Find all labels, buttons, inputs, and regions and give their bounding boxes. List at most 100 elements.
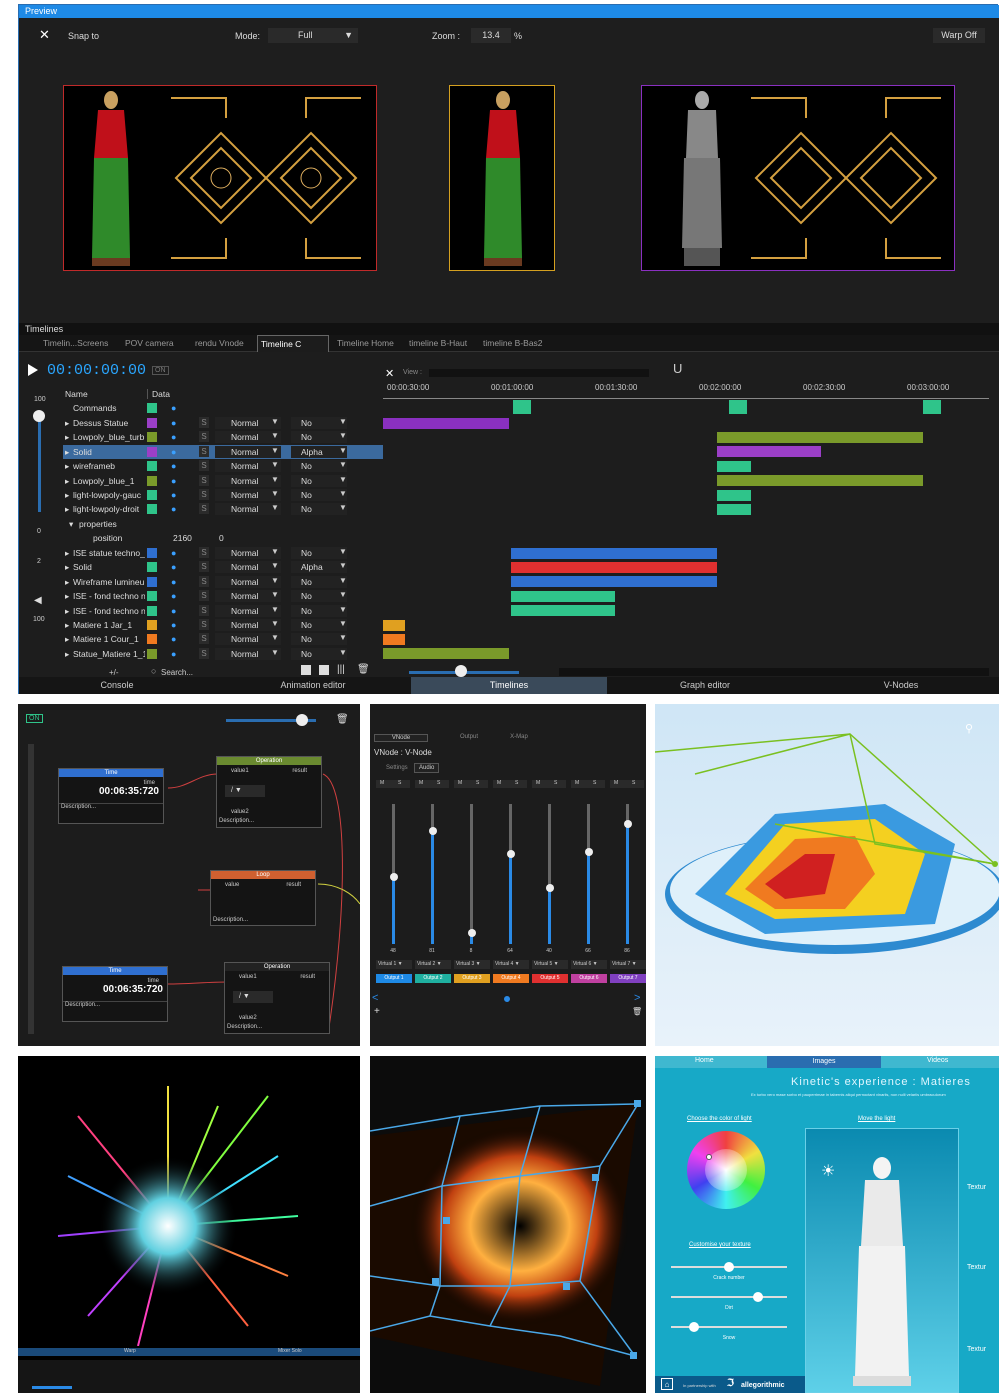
snap-to-button[interactable]: Snap to — [68, 31, 99, 41]
operation-node[interactable]: Operation value1 result / ▼ value2 Descr… — [216, 756, 322, 828]
tab-timelines-screens[interactable]: Timelin...Screens — [43, 335, 123, 352]
on-badge[interactable]: ON — [152, 366, 169, 375]
channel-fader-knob[interactable] — [389, 872, 398, 881]
position-x-value[interactable]: 2160 — [173, 533, 192, 543]
eye-icon[interactable]: ● — [171, 577, 181, 587]
layer-color-swatch[interactable] — [147, 648, 157, 659]
mute-button[interactable]: M — [380, 780, 384, 786]
timeline-clip[interactable] — [511, 576, 717, 588]
channel-fader-knob[interactable] — [545, 884, 554, 892]
eye-icon[interactable]: ● — [171, 490, 181, 500]
particles-view[interactable]: Warp Mixer Solo — [18, 1056, 360, 1393]
expand-icon[interactable]: ▸ — [65, 548, 69, 559]
loop-description[interactable]: Description... — [213, 917, 248, 923]
channel-fader-knob[interactable] — [467, 928, 476, 937]
mute-solo-buttons[interactable]: MS — [454, 780, 488, 788]
mute-solo-buttons[interactable]: MS — [493, 780, 527, 788]
mute-button[interactable]: M — [575, 780, 579, 786]
layer-color-swatch[interactable] — [147, 475, 157, 486]
timeline-clip[interactable] — [717, 475, 923, 487]
nav-videos[interactable]: Videos — [927, 1057, 948, 1064]
output-button[interactable]: Output 6 — [571, 974, 607, 983]
loop-result-port[interactable]: result — [286, 882, 301, 888]
solo-button[interactable]: S — [437, 780, 440, 786]
output-button[interactable]: Output 1 — [376, 974, 412, 983]
play-icon[interactable] — [28, 364, 38, 376]
virtual-select[interactable]: Virtual 2 ▼ — [415, 960, 451, 969]
add-icon[interactable]: + — [374, 1006, 380, 1017]
result-port[interactable]: result — [300, 974, 315, 980]
mute-button[interactable]: M — [497, 780, 501, 786]
layer-color-swatch[interactable] — [147, 634, 157, 645]
solo-button[interactable]: S — [632, 780, 635, 786]
eye-icon[interactable]: ● — [171, 649, 181, 659]
keyframe-marker[interactable] — [513, 400, 531, 414]
solo-button[interactable]: S — [593, 780, 596, 786]
chevron-right-icon[interactable]: > — [634, 992, 640, 1004]
solo-button[interactable]: S — [515, 780, 518, 786]
expand-icon[interactable]: ▸ — [65, 432, 69, 443]
solo-toggle[interactable]: S — [199, 561, 209, 573]
side-texture-3[interactable]: Textur — [967, 1346, 986, 1353]
magnet-icon[interactable]: U — [673, 361, 682, 376]
layer-color-swatch[interactable] — [147, 562, 157, 573]
layer-color-swatch[interactable] — [147, 605, 157, 616]
tab-v-nodes[interactable]: V-Nodes — [803, 677, 999, 694]
eye-icon[interactable]: ● — [171, 634, 181, 644]
time-node-2[interactable]: Time time 00:06:35:720 Description... — [62, 966, 168, 1022]
timeline-clip[interactable] — [717, 446, 821, 458]
tab-timeline-b-bas2[interactable]: timeline B-Bas2 — [483, 335, 553, 352]
channel-fader-knob[interactable] — [623, 819, 632, 828]
channel-fader-knob[interactable] — [428, 826, 437, 835]
keyframe-marker[interactable] — [923, 400, 941, 414]
timeline-clip[interactable] — [511, 547, 717, 559]
layer-color-swatch[interactable] — [147, 576, 157, 587]
preview-screen-left[interactable] — [63, 85, 377, 271]
mute-button[interactable]: M — [536, 780, 540, 786]
eye-icon[interactable]: ● — [171, 461, 181, 471]
virtual-select[interactable]: Virtual 5 ▼ — [532, 960, 568, 969]
solo-toggle[interactable]: S — [199, 503, 209, 515]
expand-icon[interactable]: ✕ — [39, 28, 51, 41]
eye-icon[interactable]: ● — [171, 548, 181, 558]
eye-icon[interactable]: ● — [171, 432, 181, 442]
timeline-clip[interactable] — [717, 431, 923, 443]
time-node[interactable]: Time time 00:06:35:720 Description... — [58, 768, 164, 824]
tab-vnode[interactable]: VNode — [374, 734, 428, 742]
nav-images[interactable]: Images — [767, 1056, 881, 1068]
eye-icon[interactable]: ● — [171, 591, 181, 601]
tab-console[interactable]: Console — [19, 677, 215, 694]
side-texture-1[interactable]: Textur — [967, 1184, 986, 1191]
solo-toggle[interactable]: S — [199, 460, 209, 472]
particles-scrubber[interactable] — [32, 1386, 72, 1389]
expand-icon[interactable]: ▸ — [65, 461, 69, 472]
texture-slider-track[interactable] — [671, 1296, 787, 1298]
layer-row[interactable]: ▸ Solid ● S Normal ▼ Alpha ▼ — [63, 444, 383, 459]
time-description[interactable]: Description... — [63, 1001, 167, 1008]
search-input[interactable]: Search... — [161, 668, 193, 677]
expand-icon[interactable]: ▸ — [65, 606, 69, 617]
expand-icon[interactable]: ▸ — [65, 634, 69, 645]
solo-toggle[interactable]: S — [199, 619, 209, 630]
virtual-select[interactable]: Virtual 3 ▼ — [454, 960, 490, 969]
operator-select[interactable]: / ▼ — [233, 991, 273, 1003]
eye-icon[interactable]: ● — [171, 418, 181, 428]
loop-node[interactable]: Loop value result Description... — [210, 870, 316, 926]
timeline-clip[interactable] — [383, 417, 509, 429]
tab-animation-editor[interactable]: Animation editor — [215, 677, 411, 694]
operation-description[interactable]: Description... — [227, 1024, 262, 1030]
layer-row[interactable]: ▸ Solid ● S Normal ▼ Alpha ▼ — [63, 560, 383, 574]
layer-row[interactable]: ▸ ISE - fond techno n ● S Normal ▼ No ▼ — [63, 589, 383, 603]
trash-icon[interactable]: 🗑 — [357, 664, 370, 675]
car-scan-view[interactable]: ⚲ — [655, 704, 999, 1046]
plus-minus-button[interactable]: +/- — [109, 668, 119, 677]
operation-node-2[interactable]: Operation value1 result / ▼ value2 Descr… — [224, 962, 330, 1034]
layer-color-swatch[interactable] — [147, 504, 157, 515]
expand-icon[interactable]: ▸ — [65, 447, 69, 458]
eye-icon[interactable]: ● — [171, 504, 181, 514]
eye-icon[interactable]: ● — [171, 476, 181, 486]
warp-button[interactable]: Warp Off — [933, 28, 985, 43]
mute-solo-buttons[interactable]: MS — [610, 780, 644, 788]
eye-icon[interactable]: ● — [171, 447, 181, 457]
side-texture-2[interactable]: Textur — [967, 1264, 986, 1271]
